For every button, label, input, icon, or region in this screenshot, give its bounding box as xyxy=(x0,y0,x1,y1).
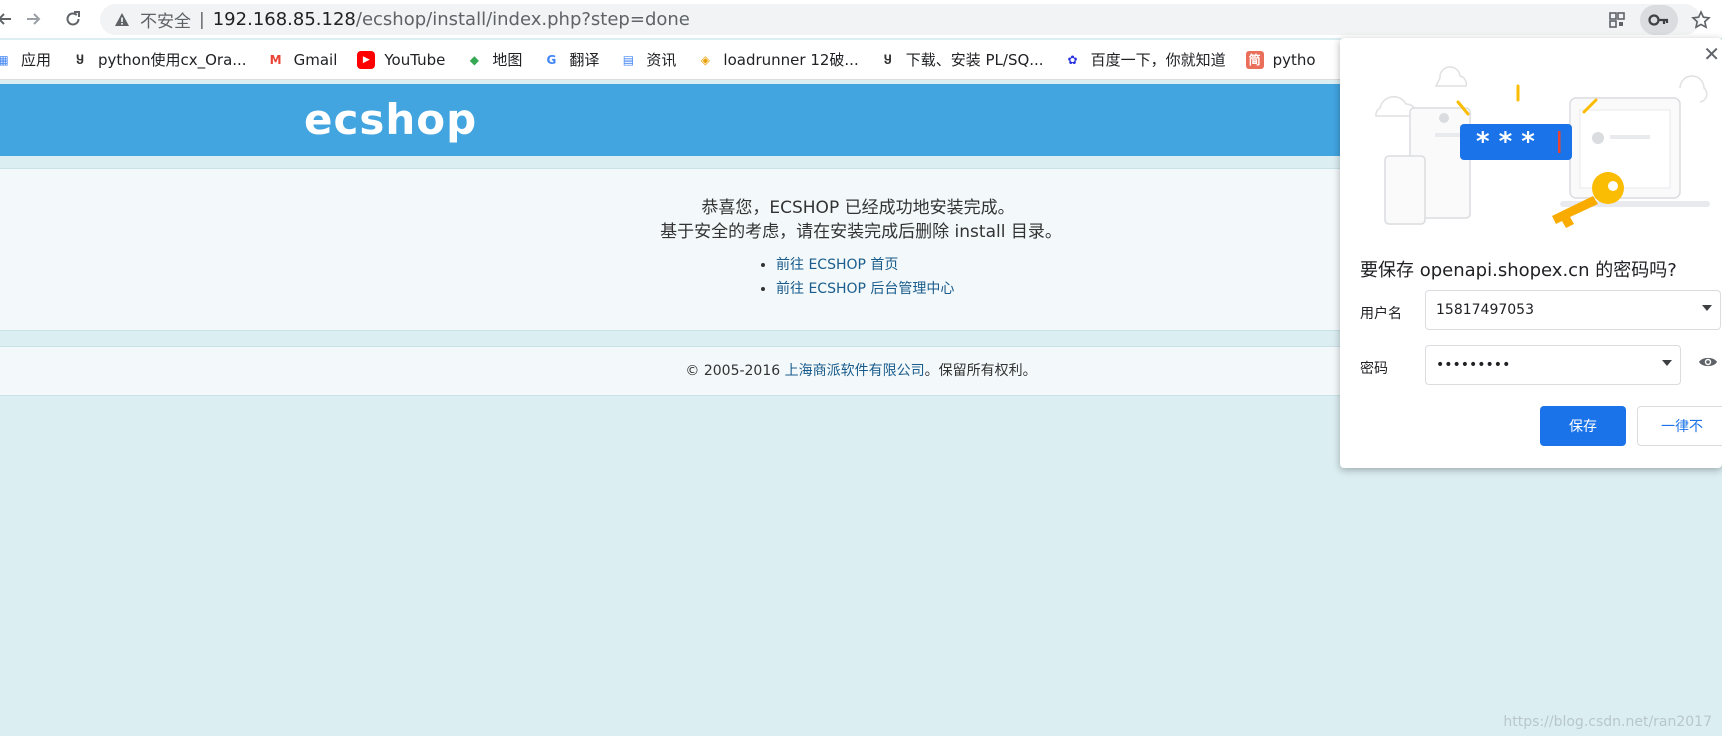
link-ecshop-admin[interactable]: 前往 ECSHOP 后台管理中心 xyxy=(776,281,954,297)
password-field[interactable]: ••••••••• xyxy=(1425,345,1681,385)
address-bar[interactable]: 不安全 | 192.168.85.128 /ecshop/install/ind… xyxy=(100,4,1711,35)
apps-grid-icon: ▦ xyxy=(0,52,9,67)
bookmark-label: 应用 xyxy=(21,51,52,69)
baidu-icon: ✿ xyxy=(1067,52,1078,67)
bookmark-label: Gmail xyxy=(293,50,338,69)
star-icon[interactable] xyxy=(1686,5,1716,35)
bookmark-item[interactable]: ◆ 地图 xyxy=(465,49,523,70)
news-icon: ▤ xyxy=(622,52,635,67)
gmail-icon: M xyxy=(269,52,282,67)
bookmark-label: pytho xyxy=(1272,50,1316,69)
username-field[interactable]: 15817497053 xyxy=(1425,290,1721,330)
chevron-down-icon[interactable] xyxy=(1702,305,1712,311)
url-host[interactable]: 192.168.85.128 xyxy=(213,9,356,30)
bookmark-item[interactable]: ◈ loadrunner 12破... xyxy=(696,49,859,70)
url-separator: | xyxy=(199,9,205,30)
bookmark-label: 百度一下，你就知道 xyxy=(1090,51,1226,69)
bookmark-item[interactable]: ✿ 百度一下，你就知道 xyxy=(1064,49,1226,70)
bookmark-label: 下载、安装 PL/SQ... xyxy=(905,51,1044,69)
username-value: 15817497053 xyxy=(1436,302,1534,318)
bookmark-label: 翻译 xyxy=(569,51,600,69)
password-label: 密码 xyxy=(1360,361,1388,377)
bookmark-label: YouTube xyxy=(384,50,446,69)
csdn-icon: Ⴘ xyxy=(883,52,892,67)
insecure-label[interactable]: 不安全 xyxy=(140,7,191,32)
save-password-button[interactable]: 保存 xyxy=(1540,406,1626,446)
save-password-dialog: ✕ * * * 要保存 openapi.shopex.cn 的密码吗? 用户名 … xyxy=(1340,38,1722,468)
csdn-icon: Ⴘ xyxy=(76,52,84,67)
svg-text:ecshop: ecshop xyxy=(304,96,477,144)
illustration-text: * * * xyxy=(1476,127,1535,157)
bookmark-item[interactable]: ▦ 应用 xyxy=(0,49,51,70)
translate-icon: G xyxy=(546,52,557,67)
bookmark-item[interactable]: Ⴘ 下载、安装 PL/SQ... xyxy=(879,49,1044,70)
bookmark-item[interactable]: M Gmail xyxy=(267,51,338,69)
jianshu-icon: 简 xyxy=(1245,50,1264,69)
copyright-suffix: 。保留所有权利。 xyxy=(924,363,1037,379)
chevron-down-icon[interactable] xyxy=(1662,360,1672,366)
youtube-icon: ▶ xyxy=(357,50,376,69)
bookmark-label: 地图 xyxy=(492,51,523,69)
qr-code-icon[interactable] xyxy=(1602,5,1632,35)
bookmark-label: python使用cx_Ora... xyxy=(98,51,247,69)
bookmark-item[interactable]: G 翻译 xyxy=(542,49,599,70)
bookmark-item[interactable]: ▶ YouTube xyxy=(357,50,446,69)
maps-icon: ◆ xyxy=(469,52,479,67)
loadrunner-icon: ◈ xyxy=(700,52,711,67)
bookmark-item[interactable]: ▤ 资讯 xyxy=(619,49,677,70)
password-value: ••••••••• xyxy=(1436,357,1511,373)
key-icon[interactable] xyxy=(1640,4,1678,35)
bookmark-label: 资讯 xyxy=(646,51,677,69)
back-icon[interactable] xyxy=(0,6,18,32)
warning-icon[interactable] xyxy=(114,12,130,28)
bookmark-item[interactable]: 简 pytho xyxy=(1245,50,1316,69)
next-links: 前往 ECSHOP 首页 前往 ECSHOP 后台管理中心 xyxy=(760,254,954,302)
copyright-prefix: © 2005-2016 xyxy=(685,363,785,379)
username-label: 用户名 xyxy=(1360,306,1402,322)
company-link[interactable]: 上海商派软件有限公司 xyxy=(785,363,925,379)
password-illustration: * * * xyxy=(1375,66,1710,228)
watermark: https://blog.csdn.net/ran2017 xyxy=(1503,714,1712,730)
url-path[interactable]: /ecshop/install/index.php?step=done xyxy=(356,9,690,30)
list-item: 前往 ECSHOP 后台管理中心 xyxy=(776,278,954,298)
dialog-title: 要保存 openapi.shopex.cn 的密码吗? xyxy=(1360,260,1677,281)
never-save-button[interactable]: 一律不 xyxy=(1637,406,1722,446)
forward-icon[interactable] xyxy=(20,6,46,32)
bookmark-label: loadrunner 12破... xyxy=(723,51,859,69)
browser-toolbar: 不安全 | 192.168.85.128 /ecshop/install/ind… xyxy=(0,0,1722,38)
ecshop-logo: ecshop xyxy=(304,95,484,154)
bookmark-item[interactable]: Ⴘpython使用cx_Ora... xyxy=(71,49,247,70)
link-ecshop-home[interactable]: 前往 ECSHOP 首页 xyxy=(776,257,898,273)
reload-icon[interactable] xyxy=(60,6,86,32)
eye-icon[interactable] xyxy=(1698,354,1718,373)
list-item: 前往 ECSHOP 首页 xyxy=(776,254,954,274)
